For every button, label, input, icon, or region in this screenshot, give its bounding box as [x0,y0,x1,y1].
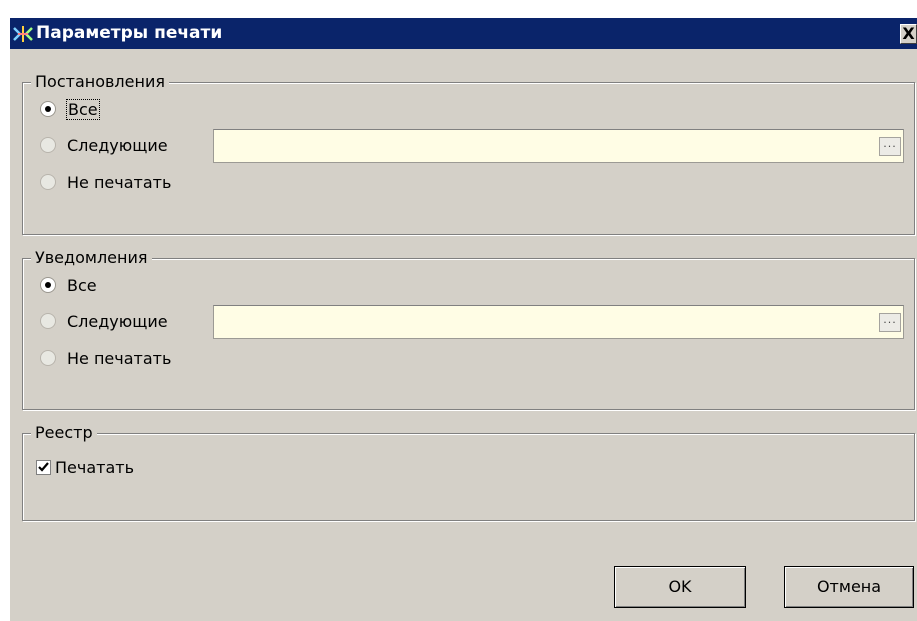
title-bar[interactable]: Параметры печати X [10,18,917,49]
resolutions-browse-button[interactable]: ... [879,137,901,156]
notifications-group: Уведомления Все Следующие Не печатать ..… [22,247,915,410]
notifications-following-input[interactable]: ... [213,305,904,339]
resolutions-option-all-label: Все [66,98,100,120]
notifications-option-following[interactable]: Следующие [40,309,168,333]
registry-legend: Реестр [31,422,97,444]
radio-notifications-all[interactable] [40,277,56,293]
notifications-option-following-label: Следующие [67,311,168,331]
checkmark-icon [38,461,49,472]
notifications-browse-button[interactable]: ... [879,313,901,332]
radio-resolutions-all[interactable] [40,101,56,117]
registry-print-checkbox[interactable] [36,459,51,475]
resolutions-legend: Постановления [31,71,169,93]
close-button[interactable]: X [900,24,917,44]
registry-print-option[interactable]: Печатать [36,455,134,479]
notifications-option-all-label: Все [67,275,97,295]
notifications-option-none-label: Не печатать [67,348,172,368]
window-title: Параметры печати [36,23,223,43]
resolutions-option-following-label: Следующие [67,135,168,155]
registry-group: Реестр Печатать [22,422,915,521]
resolutions-option-none[interactable]: Не печатать [40,170,171,194]
app-icon [13,26,33,42]
notifications-option-none[interactable]: Не печатать [40,346,171,370]
ok-button[interactable]: OK [614,566,746,608]
radio-notifications-following[interactable] [40,313,56,329]
radio-resolutions-following[interactable] [40,137,56,153]
registry-print-label: Печатать [55,457,135,477]
radio-resolutions-none[interactable] [40,174,56,190]
print-settings-dialog: Параметры печати X Постановления Все Сле… [10,18,917,621]
radio-notifications-none[interactable] [40,350,56,366]
resolutions-group: Постановления Все Следующие Не печатать … [22,71,915,235]
resolutions-option-following[interactable]: Следующие [40,133,168,157]
notifications-legend: Уведомления [31,247,152,269]
resolutions-following-input[interactable]: ... [213,129,904,163]
resolutions-option-all[interactable]: Все [40,97,100,121]
notifications-option-all[interactable]: Все [40,273,97,297]
cancel-button[interactable]: Отмена [784,566,914,608]
resolutions-option-none-label: Не печатать [67,172,172,192]
